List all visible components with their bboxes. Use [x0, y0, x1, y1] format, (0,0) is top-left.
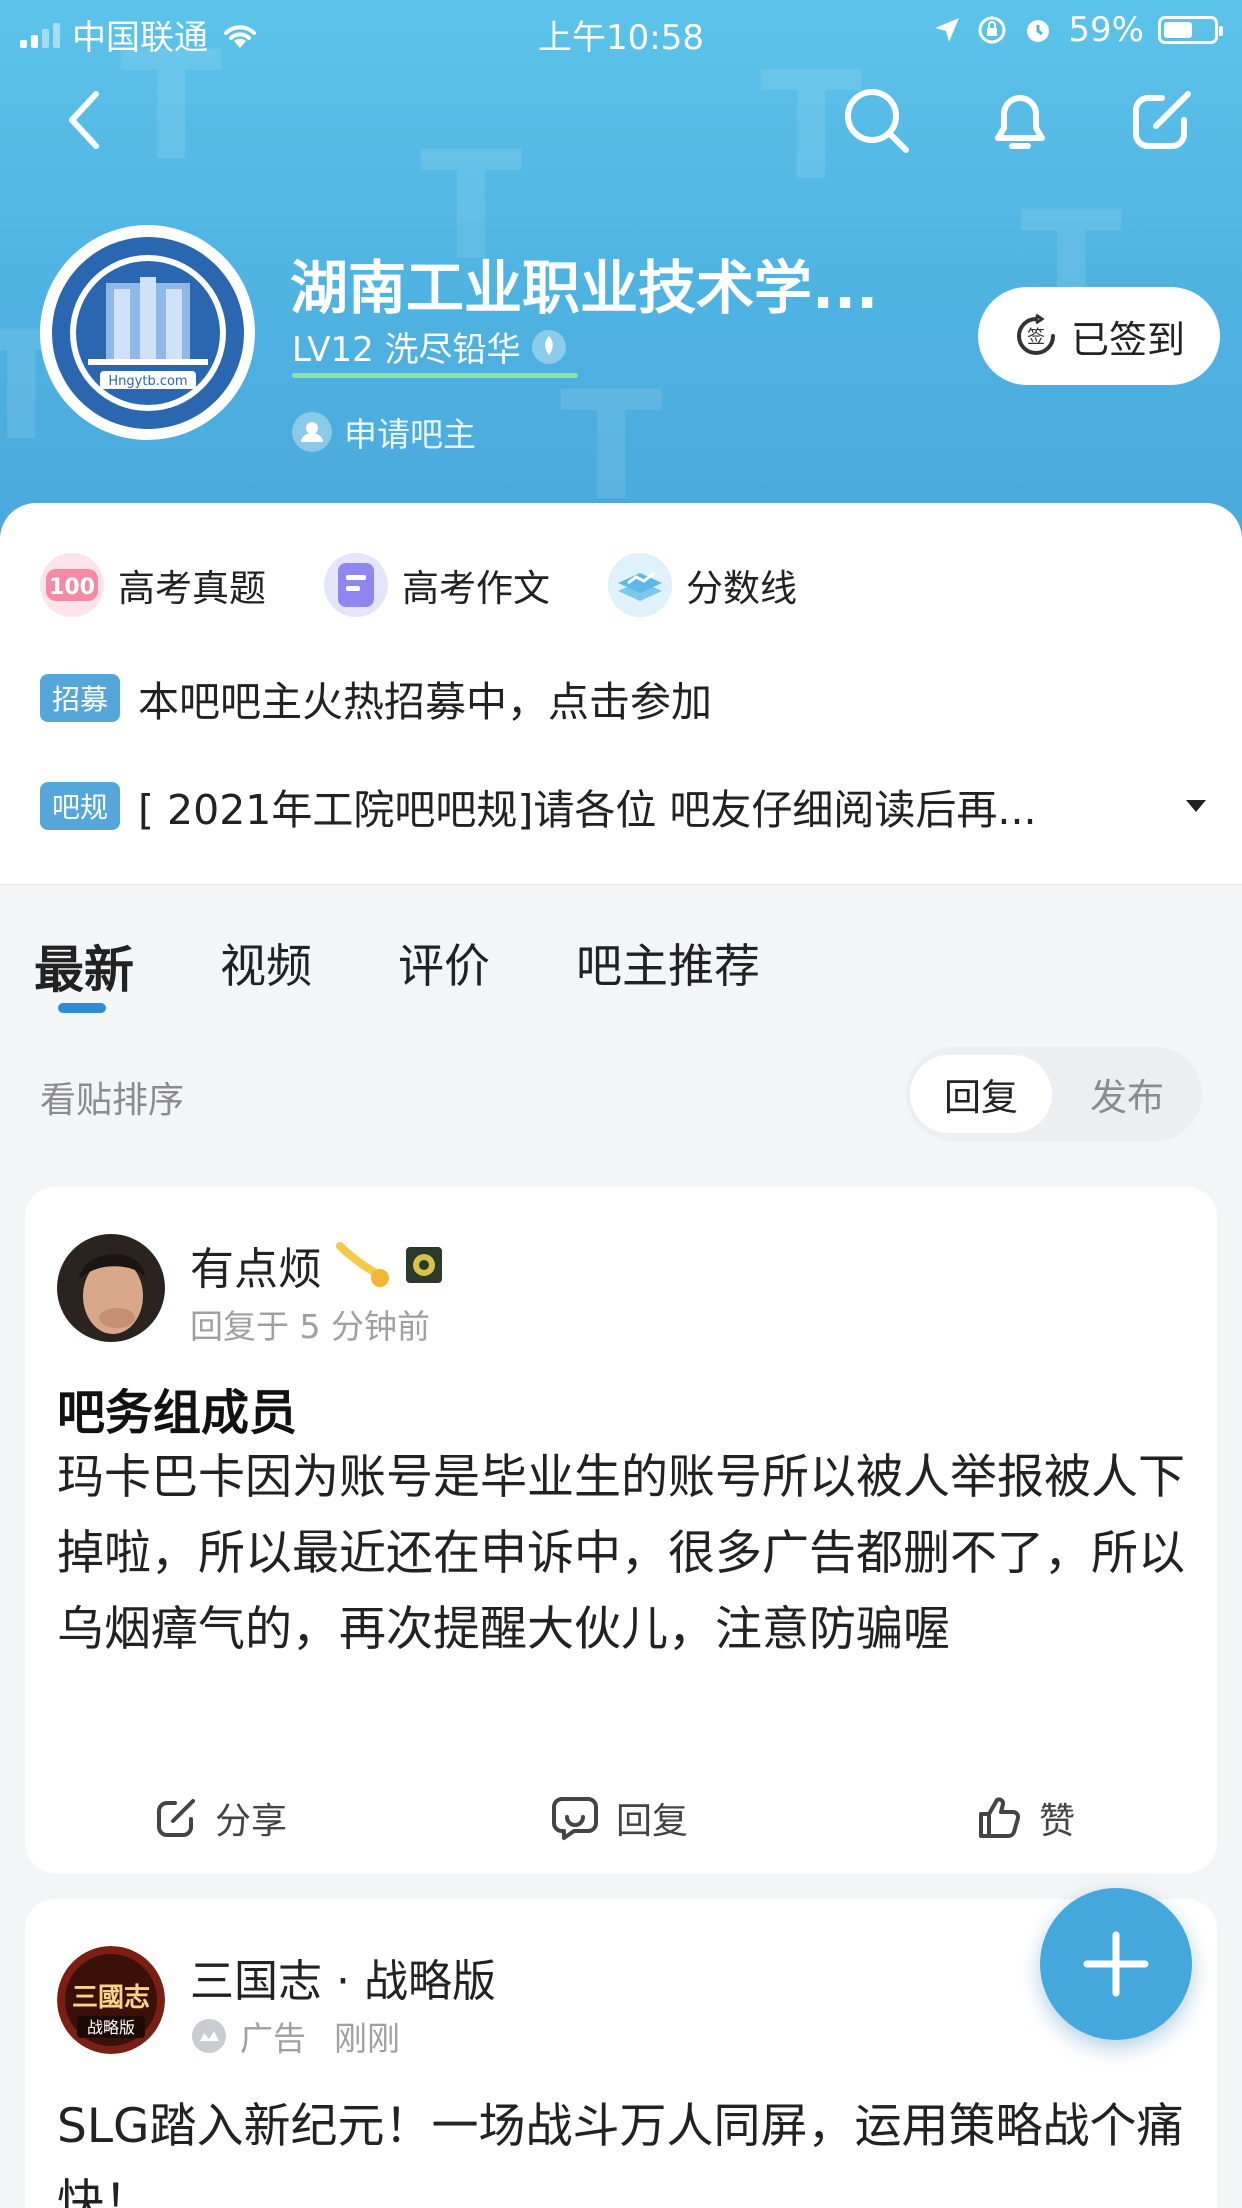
level-label: LV12 洗尽铅华	[292, 330, 521, 370]
sort-row: 看贴排序 回复 发布	[0, 1045, 1242, 1145]
edit-icon	[1133, 91, 1191, 149]
reply-label: 回复	[616, 1801, 689, 1842]
thumbs-up-icon	[979, 1797, 1021, 1838]
username[interactable]: 有点烦	[190, 1233, 322, 1297]
caret-down-icon[interactable]	[1182, 796, 1210, 816]
tab-admin-recommend[interactable]: 吧主推荐	[576, 930, 760, 1002]
like-button[interactable]: 赞	[975, 1773, 1075, 1863]
shortcut-label: 高考真题	[118, 567, 266, 610]
tab-latest[interactable]: 最新	[34, 930, 134, 1002]
rocket-icon	[531, 329, 566, 364]
battery-percent: 59%	[1068, 10, 1144, 50]
chevron-left-icon	[69, 91, 99, 149]
svg-text:签: 签	[1027, 327, 1045, 348]
feed-tabs: 最新 视频 评价 吧主推荐	[34, 930, 760, 1002]
notice-tag: 招募	[40, 674, 121, 722]
apply-admin-label: 申请吧主	[344, 415, 476, 454]
avatar[interactable]	[57, 1234, 165, 1342]
checkin-button[interactable]: 签 已签到	[978, 287, 1220, 385]
sort-option-reply[interactable]: 回复	[910, 1055, 1052, 1133]
sort-option-publish[interactable]: 发布	[1056, 1055, 1198, 1133]
back-button[interactable]	[44, 80, 124, 160]
sort-label: 看贴排序	[40, 1080, 185, 1121]
shortcut-label: 分数线	[686, 567, 797, 610]
sort-toggle: 回复 发布	[906, 1047, 1202, 1141]
notice-text: [ 2021年工院吧吧规]请各位 吧友仔细阅读后再...	[138, 786, 1037, 834]
post-body: 玛卡巴卡因为账号是毕业生的账号所以被人举报被人下掉啦，所以最近还在申诉中，很多广…	[57, 1450, 1185, 1657]
essay-icon	[324, 553, 388, 617]
signed-icon: 签	[1016, 313, 1055, 355]
forum-info: Hngytb.com 湖南工业职业技术学... LV12 洗尽铅华 申请吧主 签…	[40, 225, 1220, 455]
share-icon	[157, 1799, 195, 1837]
nav-bar	[0, 80, 1242, 160]
avatar[interactable]: 三國志 战略版	[57, 1946, 165, 2054]
tab-review[interactable]: 评价	[398, 930, 490, 1002]
forum-header: T T T T T T 中国联通 上午10:58 59% Hngytb.com …	[0, 0, 1242, 540]
share-button[interactable]: 分享	[153, 1773, 287, 1863]
comment-icon	[552, 1797, 598, 1840]
post-body: SLG踏入新纪元！一场战斗万人同屏，运用策略战个痛快！	[57, 2099, 1184, 2208]
shortcut-label: 高考作文	[402, 567, 550, 610]
status-bar: 中国联通 上午10:58 59%	[0, 0, 1242, 64]
svg-text:战略版: 战略版	[87, 2018, 135, 2037]
checkin-label: 已签到	[1070, 317, 1185, 362]
shortcut-gaokao-exam[interactable]: 100 高考真题	[40, 553, 266, 617]
forum-avatar[interactable]: Hngytb.com	[40, 225, 255, 440]
svg-text:100: 100	[49, 575, 95, 600]
post-actions: 分享 回复 赞	[25, 1773, 1217, 1863]
reply-button[interactable]: 回复	[550, 1773, 688, 1863]
post-author: 有点烦	[190, 1233, 444, 1297]
level-progress-bar	[292, 373, 578, 378]
post-meta: 广告 刚刚	[190, 2012, 400, 2060]
comet-icon	[336, 1242, 389, 1287]
badge-icon	[406, 1247, 442, 1283]
active-tab-indicator	[58, 1003, 106, 1013]
svg-text:Hngytb.com: Hngytb.com	[108, 374, 187, 389]
search-icon	[845, 89, 909, 153]
user-icon	[292, 412, 332, 452]
new-post-button[interactable]	[1040, 1888, 1192, 2040]
post-meta: 回复于 5 分钟前	[190, 1307, 430, 1346]
search-button[interactable]	[836, 80, 916, 160]
battery-icon	[1158, 16, 1223, 44]
ad-label: 广告	[240, 2019, 306, 2058]
notice-tag: 吧规	[40, 782, 121, 830]
score-icon	[608, 553, 672, 617]
shortcut-score-line[interactable]: 分数线	[608, 553, 797, 617]
forum-level: LV12 洗尽铅华	[292, 322, 567, 371]
notification-button[interactable]	[980, 80, 1060, 160]
post-title: 吧务组成员	[57, 1385, 298, 1441]
ad-icon	[192, 2019, 226, 2053]
like-label: 赞	[1039, 1801, 1076, 1842]
advertiser-name[interactable]: 三国志 · 战略版	[190, 1945, 496, 2009]
bell-icon	[995, 95, 1045, 149]
compose-button[interactable]	[1122, 80, 1202, 160]
rotation-lock-icon	[978, 16, 1006, 44]
tab-video[interactable]: 视频	[220, 930, 312, 1002]
100-icon: 100	[40, 553, 104, 617]
forum-title: 湖南工业职业技术学...	[290, 254, 879, 322]
shortcut-gaokao-essay[interactable]: 高考作文	[324, 553, 550, 617]
location-icon	[935, 18, 960, 42]
apply-admin-link[interactable]: 申请吧主	[292, 408, 476, 456]
share-label: 分享	[215, 1801, 288, 1842]
ad-post-card[interactable]: 三國志 战略版 三国志 · 战略版 广告 刚刚 SLG踏入新纪元！一场战斗万人同…	[25, 1899, 1217, 2208]
plus-icon	[1083, 1931, 1149, 1997]
post-card[interactable]: 有点烦 回复于 5 分钟前 吧务组成员 玛卡巴卡因为账号是毕业生的账号所以被人举…	[25, 1187, 1217, 1873]
post-author: 三国志 · 战略版	[190, 1945, 496, 2009]
svg-text:三國志: 三國志	[72, 1983, 150, 2013]
alarm-icon	[1027, 20, 1050, 42]
notice-text: 本吧吧主火热招募中，点击参加	[138, 678, 713, 726]
notice-rules[interactable]: 吧规 [ 2021年工院吧吧规]请各位 吧友仔细阅读后再...	[40, 776, 1210, 836]
forum-info-card: 100 高考真题 高考作文 分数线 招募 本吧吧主火热招募中，点击参加 吧规 […	[0, 503, 1242, 885]
notice-recruit[interactable]: 招募 本吧吧主火热招募中，点击参加	[40, 668, 712, 728]
post-time: 刚刚	[334, 2019, 400, 2058]
school-logo-icon: Hngytb.com	[51, 236, 244, 429]
